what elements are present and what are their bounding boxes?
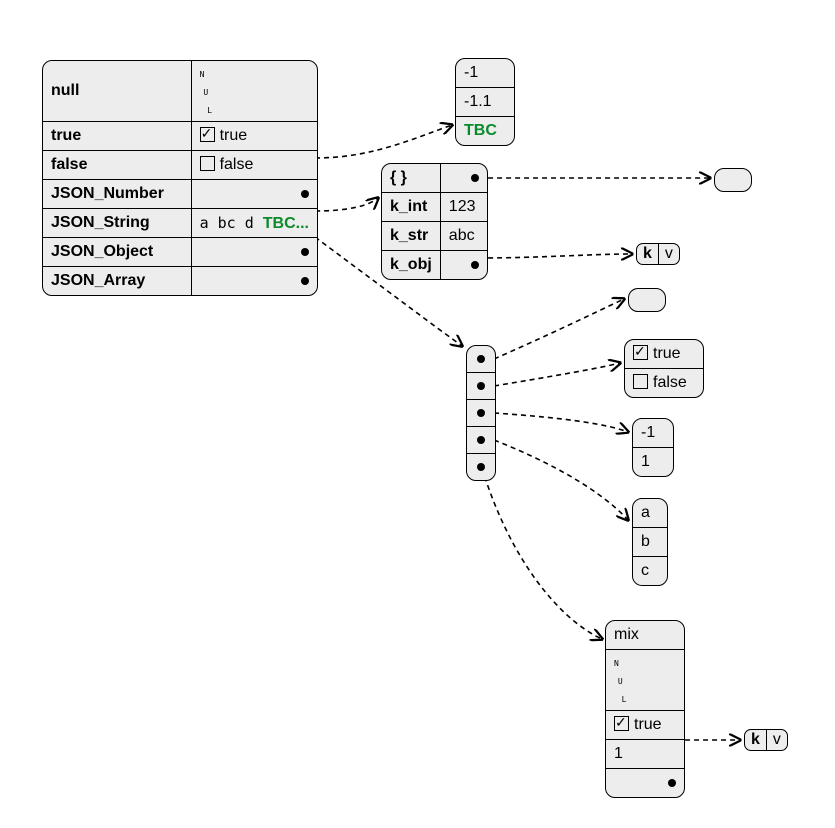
- val-string-tbc: TBC...: [263, 215, 309, 232]
- kv1-k: k: [637, 244, 658, 264]
- obj-k-str: k_str: [390, 227, 428, 244]
- num-tbc: TBC: [464, 122, 497, 139]
- null-glyph: N U L: [614, 659, 625, 704]
- str-a: a: [641, 504, 650, 521]
- port-dot-icon[interactable]: [471, 174, 479, 182]
- num2-a: -1: [641, 424, 655, 441]
- mix-title: mix: [614, 626, 639, 643]
- checkbox-unchecked-icon: [200, 156, 215, 171]
- obj-head: { }: [390, 169, 407, 186]
- obj-k-int: k_int: [390, 198, 427, 215]
- num-neg1p1: -1.1: [464, 93, 492, 110]
- obj-k-obj: k_obj: [390, 256, 432, 273]
- str-array-box: a b c: [632, 498, 668, 586]
- port-dot-icon[interactable]: [477, 463, 485, 471]
- val-false: false: [220, 156, 254, 173]
- obj-v-str: abc: [449, 227, 475, 244]
- null-glyph: N U L: [200, 70, 211, 115]
- mix-true: true: [634, 716, 662, 733]
- bool-true: true: [653, 345, 681, 362]
- port-dot-icon[interactable]: [301, 190, 309, 198]
- key-json-string: JSON_String: [51, 214, 150, 231]
- checkbox-checked-icon: [614, 716, 629, 731]
- empty-obj-pill: [714, 168, 752, 192]
- port-dot-icon[interactable]: [477, 409, 485, 417]
- bool-false: false: [653, 374, 687, 391]
- kv2-k: k: [745, 730, 766, 750]
- kv1-v: v: [658, 244, 679, 264]
- str-b: b: [641, 533, 650, 550]
- port-dot-icon[interactable]: [301, 277, 309, 285]
- obj-v-int: 123: [449, 198, 476, 215]
- root-json-table: null N U L true true false false JSON_Nu…: [42, 60, 318, 296]
- val-string-raw: a bc d: [200, 214, 263, 232]
- key-null: null: [51, 82, 79, 99]
- object-expansion: { } k_int 123 k_str abc k_obj: [381, 163, 488, 280]
- checkbox-checked-icon: [200, 127, 215, 142]
- kv-mini-1: kv: [636, 243, 680, 265]
- mix-box: mix N U L true 1: [605, 620, 685, 798]
- port-dot-icon[interactable]: [477, 382, 485, 390]
- port-dot-icon[interactable]: [477, 436, 485, 444]
- val-true: true: [220, 127, 248, 144]
- key-json-object: JSON_Object: [51, 243, 153, 260]
- number-expansion: -1 -1.1 TBC: [455, 58, 515, 146]
- port-dot-icon[interactable]: [668, 779, 676, 787]
- str-c: c: [641, 562, 649, 579]
- num-array-box: -1 1: [632, 418, 674, 477]
- port-dot-icon[interactable]: [471, 261, 479, 269]
- mix-num: 1: [614, 745, 623, 762]
- empty-array-pill: [628, 288, 666, 312]
- key-json-number: JSON_Number: [51, 185, 164, 202]
- checkbox-checked-icon: [633, 345, 648, 360]
- key-true: true: [51, 127, 81, 144]
- num-neg1: -1: [464, 64, 478, 81]
- checkbox-unchecked-icon: [633, 374, 648, 389]
- bool-array-box: true false: [624, 339, 704, 398]
- kv-mini-2: kv: [744, 729, 788, 751]
- num2-b: 1: [641, 453, 650, 470]
- kv2-v: v: [766, 730, 787, 750]
- port-dot-icon[interactable]: [477, 355, 485, 363]
- array-stack: [466, 345, 496, 481]
- key-false: false: [51, 156, 87, 173]
- port-dot-icon[interactable]: [301, 248, 309, 256]
- key-json-array: JSON_Array: [51, 272, 145, 289]
